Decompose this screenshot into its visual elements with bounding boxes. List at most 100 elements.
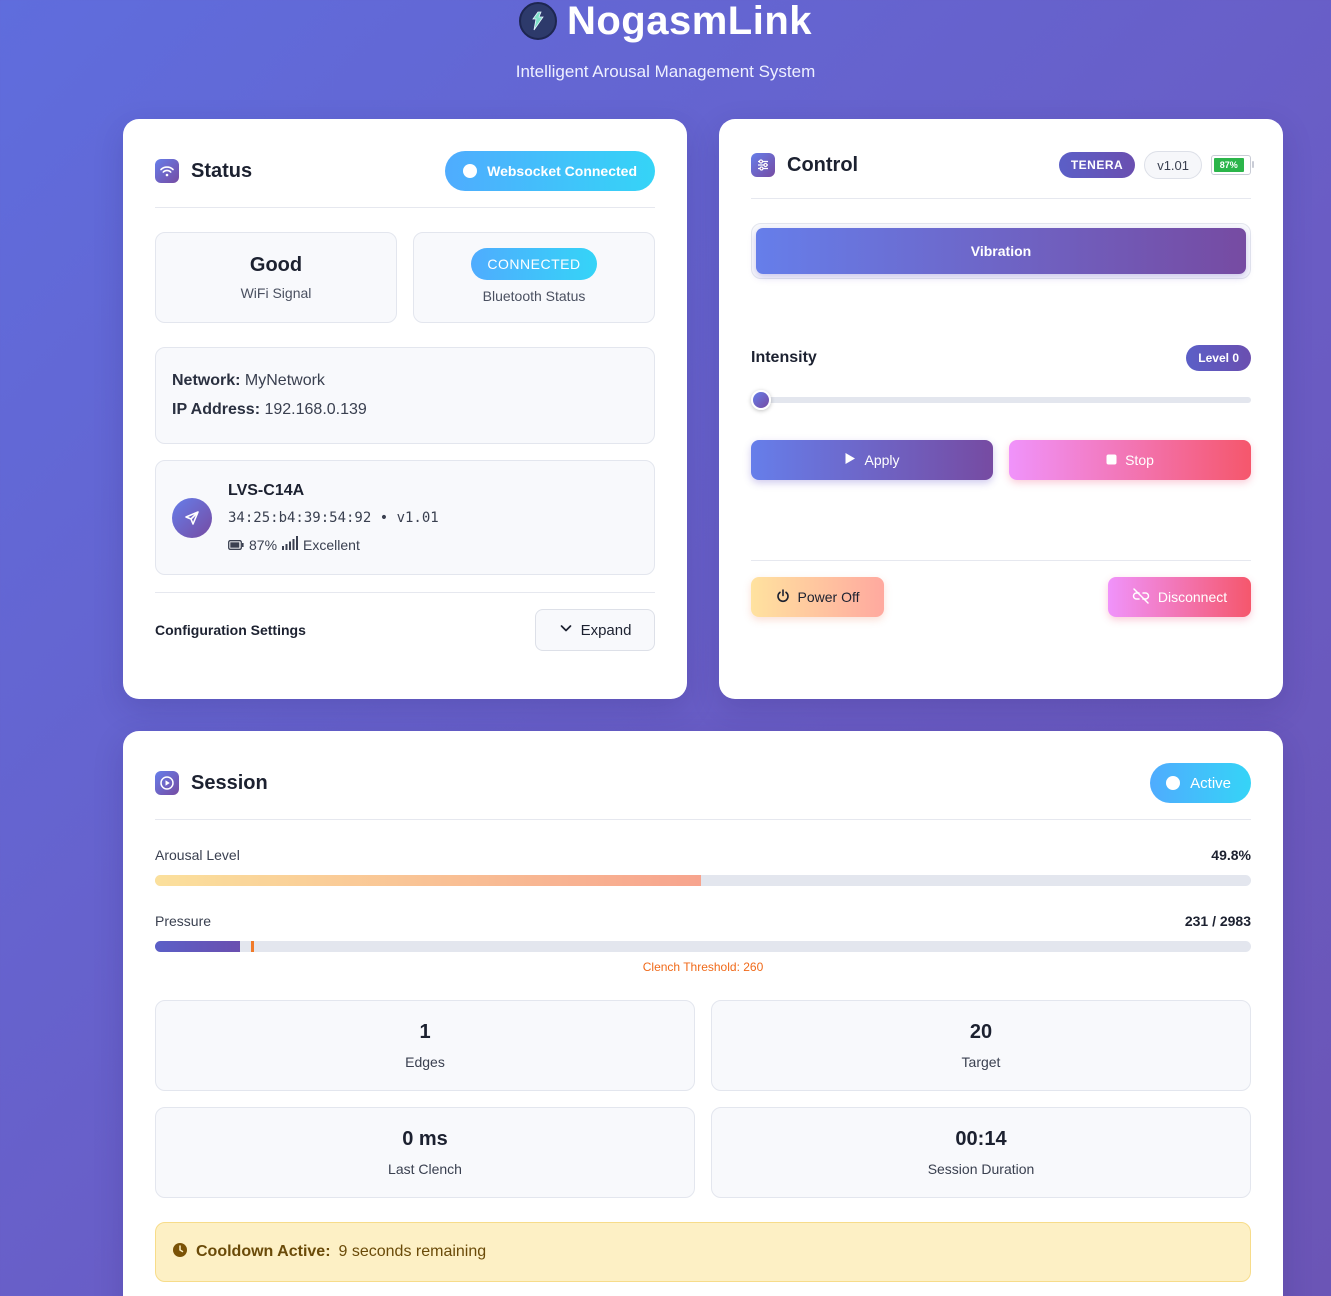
ip-row: IP Address: 192.168.0.139 [172,399,638,428]
battery-fill: 87% [1214,158,1244,172]
control-title-label: Control [787,153,859,176]
pressure-label: Pressure [155,913,212,929]
vibration-mode-button[interactable]: Vibration [756,228,1246,274]
app-title: NogasmLink [566,0,813,43]
cooldown-label: Cooldown Active: [196,1243,331,1260]
level-badge: Level 0 [1186,345,1251,371]
wifi-icon [155,159,179,183]
clench-threshold-marker [250,941,254,952]
wifi-signal-value: Good [249,254,303,276]
pressure-value: 231 / 2983 [1184,913,1251,929]
stat-value: 00:14 [955,1128,1007,1150]
stat-last-clench: 0 ms Last Clench [155,1107,695,1198]
stat-label: Edges [405,1054,445,1070]
device-battery: 87% [249,536,278,553]
status-dot-icon [1166,776,1181,790]
device-signal: Excellent [303,536,360,553]
apply-button[interactable]: Apply [751,440,993,480]
stop-button[interactable]: Stop [1009,440,1251,480]
stop-label: Stop [1125,452,1154,468]
app-logo-icon [518,2,557,40]
session-stats: 1 Edges 20 Target 0 ms Last Clench 00:14… [155,1000,1251,1198]
chevron-down-icon [559,621,573,639]
status-title-label: Status [191,159,253,182]
pressure-bar [155,941,1251,952]
device-name: LVS-C14A [228,482,305,499]
power-off-button[interactable]: Power Off [751,577,884,617]
device-meta: 87% Excellent [228,536,439,553]
clench-threshold-text: Clench Threshold: 260 [642,960,764,974]
disconnect-button[interactable]: Disconnect [1108,577,1251,617]
expand-button[interactable]: Expand [535,609,655,651]
power-off-label: Power Off [797,589,860,605]
apply-label: Apply [864,452,900,468]
control-divider [751,198,1251,199]
version-badge: v1.01 [1144,151,1202,179]
cooldown-alert: Cooldown Active: 9 seconds remaining [155,1222,1251,1282]
arousal-value: 49.8% [1211,847,1251,863]
stat-value: 1 [419,1021,431,1043]
stat-label: Session Duration [927,1161,1035,1177]
ip-label: IP Address: [172,401,261,418]
wifi-signal-label: WiFi Signal [240,285,312,301]
stat-value: 20 [969,1021,993,1043]
network-value: MyNetwork [244,372,325,389]
arousal-row: Arousal Level 49.8% [155,847,1251,863]
control-footer-divider [751,560,1251,561]
send-icon [172,497,212,538]
device-info-box: LVS-C14A 34:25:b4:39:54:92 • v1.01 87% E… [155,460,655,575]
status-title: Status [155,159,252,183]
websocket-status-badge: Websocket Connected [445,151,655,191]
stat-value: 0 ms [402,1128,448,1150]
battery-badge: 87% [1211,155,1254,175]
control-card: Control TENERA v1.01 87% Vibration Inten… [719,119,1283,699]
play-circle-icon [155,771,179,795]
intensity-label: Intensity [751,349,817,366]
network-label: Network: [172,372,241,389]
cooldown-text: 9 seconds remaining [338,1243,487,1260]
session-title-label: Session [191,771,268,794]
status-divider [155,207,655,208]
bluetooth-status-tile: CONNECTED Bluetooth Status [413,232,655,323]
stat-session-duration: 00:14 Session Duration [711,1107,1251,1198]
wifi-signal-tile: Good WiFi Signal [155,232,397,323]
session-card: Session Active Arousal Level 49.8% Press… [123,731,1283,1296]
device-mac-version: 34:25:b4:39:54:92 • v1.01 [228,510,439,526]
power-icon [776,588,790,606]
control-title: Control [751,153,858,177]
arousal-label: Arousal Level [155,847,240,863]
unlink-icon [1132,587,1150,607]
network-info-box: Network: MyNetwork IP Address: 192.168.0… [155,347,655,444]
session-active-label: Active [1190,774,1231,792]
arousal-bar-fill [155,875,701,886]
status-dot-icon [463,164,478,178]
stat-target: 20 Target [711,1000,1251,1091]
network-row: Network: MyNetwork [172,370,638,399]
stop-icon [1106,452,1117,468]
brand: NogasmLink [0,0,1331,42]
sliders-icon [751,153,775,177]
session-active-badge: Active [1150,763,1251,803]
play-icon [844,452,856,468]
config-settings-label: Configuration Settings [155,622,306,638]
status-card: Status Websocket Connected Good WiFi Sig… [123,119,687,699]
app-header: NogasmLink Intelligent Arousal Managemen… [0,0,1331,82]
bluetooth-status-badge: CONNECTED [471,247,597,280]
stat-label: Last Clench [388,1161,462,1177]
clock-icon [172,1242,188,1263]
intensity-slider-thumb[interactable] [751,390,771,410]
intensity-slider[interactable] [751,390,1251,410]
bluetooth-status-label: Bluetooth Status [482,287,586,304]
ip-value: 192.168.0.139 [264,401,367,418]
battery-icon [228,537,244,553]
disconnect-label: Disconnect [1157,589,1228,605]
stat-edges: 1 Edges [155,1000,695,1091]
arousal-bar [155,875,1251,886]
pressure-row: Pressure 231 / 2983 [155,913,1251,929]
expand-label: Expand [580,621,632,639]
session-divider [155,819,1251,820]
mode-selector: Vibration [751,223,1251,279]
stat-label: Target [961,1054,1001,1070]
pressure-bar-fill [155,941,240,952]
session-title: Session [155,771,268,795]
